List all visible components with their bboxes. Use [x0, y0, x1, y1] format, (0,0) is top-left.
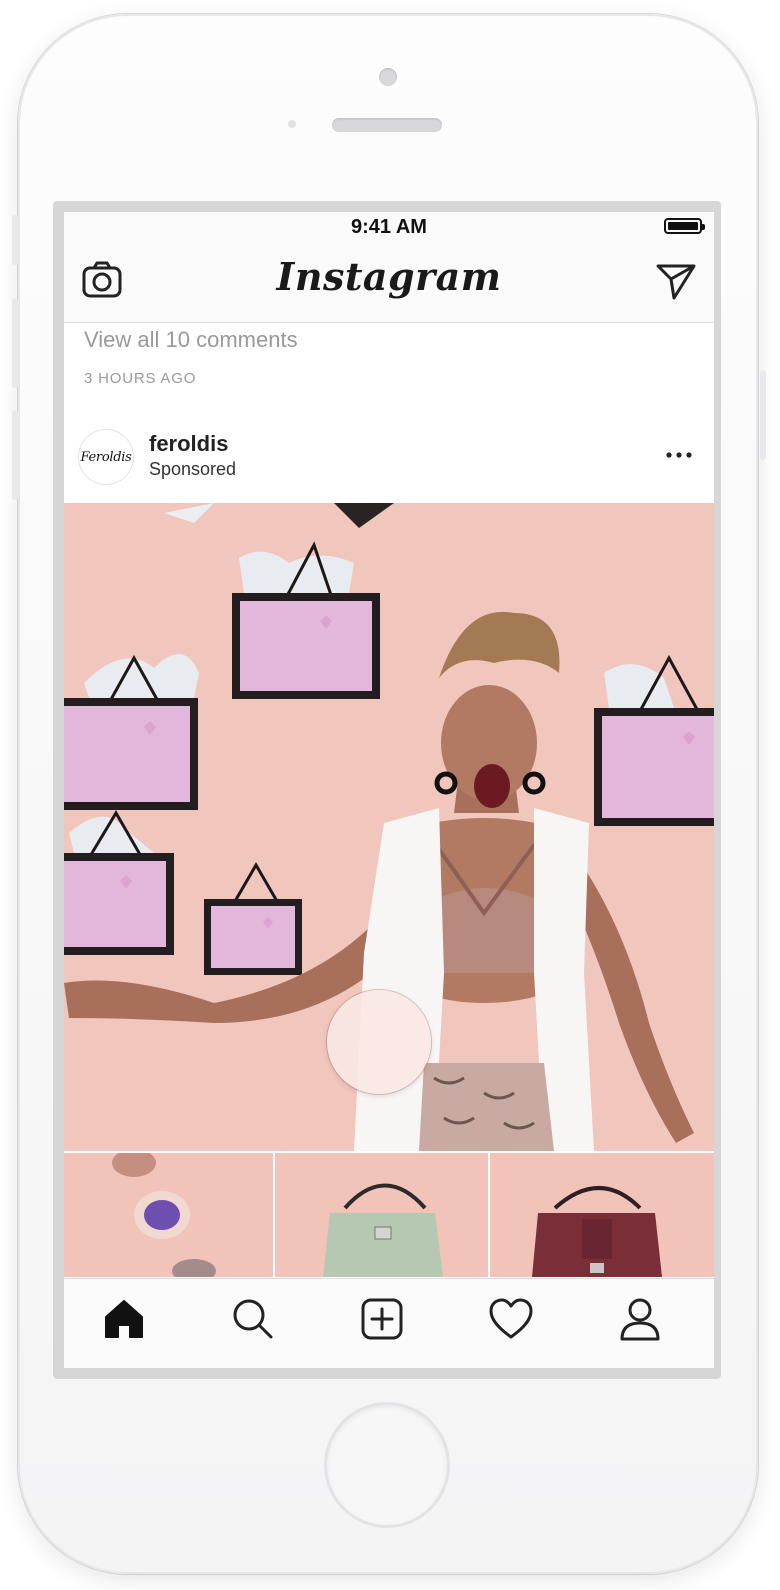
- volume-down-button: [12, 410, 18, 500]
- avatar[interactable]: Feroldis: [78, 429, 134, 485]
- sponsored-label: Sponsored: [149, 459, 237, 479]
- view-comments-link[interactable]: View all 10 comments: [84, 327, 298, 353]
- tag-indicator[interactable]: [327, 990, 431, 1094]
- product-tile-green-bag[interactable]: [275, 1153, 488, 1277]
- product-tile-burgundy-bag[interactable]: [490, 1153, 714, 1277]
- status-time: 9:41 AM: [351, 216, 427, 238]
- add-post-icon[interactable]: [358, 1295, 406, 1343]
- power-button: [760, 370, 766, 460]
- profile-icon[interactable]: [616, 1295, 664, 1343]
- heart-icon[interactable]: [487, 1295, 535, 1343]
- post-media[interactable]: [64, 503, 714, 1151]
- product-strip: [64, 1151, 714, 1277]
- battery-full-icon: [664, 218, 705, 234]
- post-timestamp: 3 HOURS AGO: [84, 370, 197, 387]
- proximity-sensor: [288, 120, 296, 128]
- front-camera: [379, 68, 397, 86]
- post-username[interactable]: feroldis: [149, 431, 228, 457]
- search-icon[interactable]: [229, 1295, 277, 1343]
- home-button[interactable]: [327, 1405, 447, 1525]
- mute-switch: [12, 215, 18, 265]
- more-dots-icon[interactable]: [664, 445, 694, 465]
- top-nav-bar: Instagram: [64, 242, 714, 323]
- home-icon[interactable]: [100, 1295, 148, 1343]
- volume-up-button: [12, 298, 18, 388]
- product-tile-eyeshadow[interactable]: [64, 1153, 273, 1277]
- post-header: Feroldis feroldis Sponsored: [64, 417, 714, 499]
- bottom-tab-bar: [64, 1278, 714, 1368]
- status-bar: 9:41 AM: [64, 212, 714, 242]
- avatar-logo: Feroldis: [80, 449, 132, 465]
- app-screen: 9:41 AM Instagram View all 10 comments 3…: [64, 212, 714, 1368]
- earpiece-speaker: [332, 118, 442, 132]
- paper-plane-icon[interactable]: [654, 258, 698, 302]
- instagram-logo: Instagram: [276, 254, 502, 299]
